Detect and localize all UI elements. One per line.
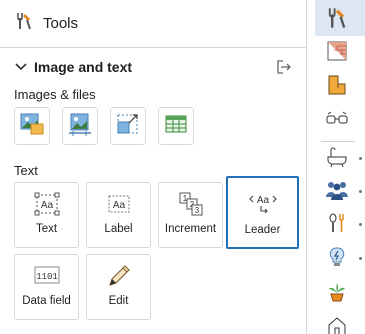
edit-tool-button[interactable]: Edit <box>86 254 151 320</box>
insert-table-button[interactable] <box>158 107 194 145</box>
rail-lightbulb-icon[interactable] <box>323 244 351 270</box>
label-tool-label: Label <box>104 223 133 235</box>
pencil-icon <box>87 263 150 289</box>
leader-tool-button[interactable]: Aa Leader <box>226 176 299 249</box>
rail-more-dot <box>359 223 362 226</box>
rail-house-icon[interactable] <box>323 313 351 334</box>
increment-icon: 1 2 3 <box>159 191 222 217</box>
insert-image-button[interactable] <box>14 107 50 145</box>
svg-text:3: 3 <box>194 206 199 215</box>
rail-more-dot <box>359 257 362 260</box>
section-header-image-and-text[interactable]: Image and text <box>0 52 306 82</box>
leader-glyph: Aa <box>256 195 269 206</box>
rail-people-icon[interactable] <box>323 177 351 203</box>
images-group-label: Images & files <box>14 87 96 102</box>
panel-title: Tools <box>43 15 79 32</box>
data-field-icon: 1101 <box>15 263 78 289</box>
data-field-tool-label: Data field <box>22 295 71 307</box>
data-field-tool-button[interactable]: 1101 Data field <box>14 254 79 320</box>
text-box-icon: Aa <box>15 191 78 217</box>
text-tool-label: Text <box>35 223 58 235</box>
image-frame-button[interactable] <box>62 107 98 145</box>
text-box-glyph: Aa <box>40 200 53 211</box>
chevron-down-icon[interactable] <box>14 60 28 74</box>
rail-glasses-icon[interactable] <box>323 106 351 132</box>
resize-image-button[interactable] <box>110 107 146 145</box>
label-glyph: Aa <box>112 200 125 211</box>
section-title: Image and text <box>34 59 133 75</box>
leader-icon: Aa <box>228 190 297 216</box>
tools-panel: Tools Image and text Images & files Text… <box>0 0 306 334</box>
resize-image-icon <box>115 111 141 142</box>
label-tool-button[interactable]: Aa Label <box>86 182 151 248</box>
text-tool-button[interactable]: Aa Text <box>14 182 79 248</box>
rail-tools-icon[interactable] <box>323 5 351 31</box>
increment-tool-label: Increment <box>164 223 217 235</box>
header-divider <box>0 47 306 48</box>
export-icon[interactable] <box>276 60 292 74</box>
rail-brick-wall-icon[interactable] <box>323 38 351 64</box>
data-field-sample: 1101 <box>36 272 58 282</box>
rail-kitchen-utensils-icon[interactable] <box>323 210 351 236</box>
rail-more-dot <box>359 157 362 160</box>
rail-floor-plan-icon[interactable] <box>323 72 351 98</box>
table-icon <box>163 111 189 142</box>
image-frame-icon <box>67 111 93 142</box>
image-icon <box>19 111 45 142</box>
edit-tool-label: Edit <box>108 295 129 307</box>
text-group-label: Text <box>14 163 38 178</box>
rail-separator <box>321 141 355 142</box>
rail-bathtub-icon[interactable] <box>323 144 351 170</box>
rail-plant-icon[interactable] <box>323 279 351 305</box>
label-icon: Aa <box>87 191 150 217</box>
tools-icon <box>14 11 34 36</box>
rail-more-dot <box>359 190 362 193</box>
panel-header: Tools <box>0 0 306 47</box>
increment-tool-button[interactable]: 1 2 3 Increment <box>158 182 223 248</box>
leader-tool-label: Leader <box>244 224 281 236</box>
category-rail <box>307 0 365 334</box>
